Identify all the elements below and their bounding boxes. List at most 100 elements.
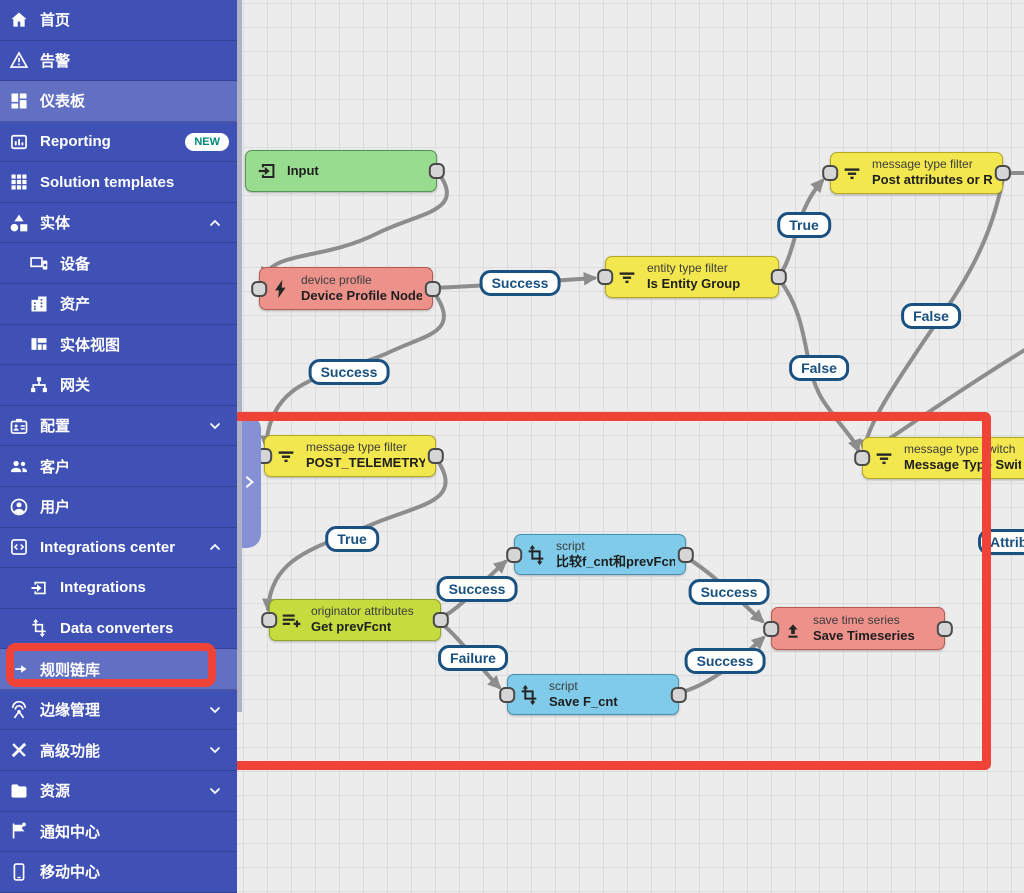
sidebar-item-resources[interactable]: 资源 — [0, 771, 237, 812]
sidebar-item-label: 客户 — [40, 456, 229, 477]
filter-icon — [275, 445, 297, 467]
sidebar-item-label: 高级功能 — [40, 740, 196, 761]
node-message-type-switch[interactable]: message type switchMessage Type Switch — [862, 437, 1024, 479]
sidebar-item-label: 设备 — [60, 253, 229, 274]
input-port[interactable] — [251, 281, 267, 297]
output-port[interactable] — [429, 163, 445, 179]
edge-label-success[interactable]: Success — [685, 648, 766, 674]
devices-icon — [29, 253, 49, 273]
sidebar-item-gateways[interactable]: 网关 — [0, 365, 237, 406]
sidebar-item-label: 资产 — [60, 293, 229, 314]
node-message-type-filter-top[interactable]: message type filterPost attributes or RP… — [830, 152, 1003, 194]
edge-label-false[interactable]: False — [789, 355, 849, 381]
node-entity-type-filter[interactable]: entity type filterIs Entity Group — [605, 256, 779, 298]
integrations-icon — [29, 578, 49, 598]
edge-label-true[interactable]: True — [325, 526, 379, 552]
notification-icon — [9, 821, 29, 841]
playlist-add-icon — [280, 609, 302, 631]
chevron-down-icon — [207, 418, 223, 434]
edge-label-success[interactable]: Success — [689, 579, 770, 605]
rule-chain-editor: Input device profileDevice Profile Node … — [0, 0, 1024, 893]
edge-label-false[interactable]: False — [901, 303, 961, 329]
sidebar-item-label: Reporting — [40, 133, 174, 150]
node-originator-attributes[interactable]: originator attributesGet prevFcnt — [269, 599, 441, 641]
node-name: Get prevFcnt — [311, 619, 414, 635]
sidebar-item-label: 规则链库 — [40, 659, 229, 680]
sidebar-item-dashboards[interactable]: 仪表板 — [0, 81, 237, 122]
node-script-save[interactable]: scriptSave F_cnt — [507, 674, 679, 715]
sidebar-item-reporting[interactable]: Reporting NEW — [0, 122, 237, 163]
sidebar-item-mobile-center[interactable]: 移动中心 — [0, 852, 237, 893]
node-name: Save Timeseries — [813, 628, 915, 644]
sidebar-item-assets[interactable]: 资产 — [0, 284, 237, 325]
input-port[interactable] — [261, 612, 277, 628]
output-port[interactable] — [671, 687, 687, 703]
node-type: script — [549, 679, 618, 694]
profiles-icon — [9, 416, 29, 436]
edge-label-attributes[interactable]: Attrib — [978, 529, 1024, 555]
node-type: message type switch — [904, 442, 1021, 457]
chevron-up-icon — [207, 215, 223, 231]
node-message-type-filter-bottom[interactable]: message type filterPOST_TELEMETRY_R… — [264, 435, 436, 477]
sidebar-item-data-converters[interactable]: Data converters — [0, 609, 237, 650]
sidebar-item-edge-management[interactable]: 边缘管理 — [0, 690, 237, 731]
edge-label-success[interactable]: Success — [309, 359, 390, 385]
edge-label-failure[interactable]: Failure — [438, 645, 508, 671]
output-port[interactable] — [678, 547, 694, 563]
node-name: POST_TELEMETRY_R… — [306, 455, 425, 471]
node-name: Save F_cnt — [549, 694, 618, 710]
sidebar-item-label: 通知中心 — [40, 821, 229, 842]
sidebar-item-integrations[interactable]: Integrations — [0, 568, 237, 609]
sidebar-item-label: 用户 — [40, 496, 229, 517]
sidebar-item-users[interactable]: 用户 — [0, 487, 237, 528]
sidebar-item-solution-templates[interactable]: Solution templates — [0, 162, 237, 203]
output-port[interactable] — [937, 621, 953, 637]
sidebar-item-notification-center[interactable]: 通知中心 — [0, 812, 237, 853]
edge-label-true[interactable]: True — [777, 212, 831, 238]
filter-icon — [841, 162, 863, 184]
output-port[interactable] — [771, 269, 787, 285]
sidebar-item-entity-views[interactable]: 实体视图 — [0, 325, 237, 366]
sidebar-item-label: 移动中心 — [40, 861, 229, 882]
node-save-timeseries[interactable]: save time seriesSave Timeseries — [771, 607, 945, 650]
chevron-down-icon — [207, 702, 223, 718]
output-port[interactable] — [428, 448, 444, 464]
chevron-up-icon — [207, 539, 223, 555]
node-script-compare[interactable]: script比较f_cnt和prevFcnt — [514, 534, 686, 575]
node-device-profile[interactable]: device profileDevice Profile Node — [259, 267, 433, 310]
node-name: Device Profile Node — [301, 288, 422, 304]
input-port[interactable] — [763, 621, 779, 637]
node-name: Post attributes or RP… — [872, 172, 992, 188]
sidebar-item-customers[interactable]: 客户 — [0, 446, 237, 487]
sidebar-item-home[interactable]: 首页 — [0, 0, 237, 41]
edge-label-success[interactable]: Success — [480, 270, 561, 296]
sidebar-item-devices[interactable]: 设备 — [0, 243, 237, 284]
input-port[interactable] — [822, 165, 838, 181]
output-port[interactable] — [425, 281, 441, 297]
sidebar-item-profiles[interactable]: 配置 — [0, 406, 237, 447]
input-port[interactable] — [854, 450, 870, 466]
sidebar-item-label: 配置 — [40, 415, 196, 436]
data-converters-icon — [29, 618, 49, 638]
sidebar-item-label: 告警 — [40, 50, 229, 71]
sidebar-item-alarms[interactable]: 告警 — [0, 41, 237, 82]
output-port[interactable] — [995, 165, 1011, 181]
sidebar-item-label: 实体 — [40, 212, 196, 233]
filter-icon — [616, 266, 638, 288]
input-port[interactable] — [597, 269, 613, 285]
sidebar-item-advanced-features[interactable]: 高级功能 — [0, 730, 237, 771]
upload-icon — [782, 618, 804, 640]
output-port[interactable] — [433, 612, 449, 628]
node-type: script — [556, 539, 675, 554]
sidebar-item-integrations-center[interactable]: Integrations center — [0, 528, 237, 569]
node-name: Message Type Switch — [904, 457, 1021, 473]
input-port[interactable] — [506, 547, 522, 563]
node-input[interactable]: Input — [245, 150, 437, 192]
sidebar-item-rule-chains[interactable]: 规则链库 — [0, 649, 237, 690]
sidebar-item-entities[interactable]: 实体 — [0, 203, 237, 244]
gateway-icon — [29, 375, 49, 395]
edge-label-success[interactable]: Success — [437, 576, 518, 602]
home-icon — [9, 10, 29, 30]
node-name: 比较f_cnt和prevFcnt — [556, 554, 675, 570]
input-port[interactable] — [499, 687, 515, 703]
